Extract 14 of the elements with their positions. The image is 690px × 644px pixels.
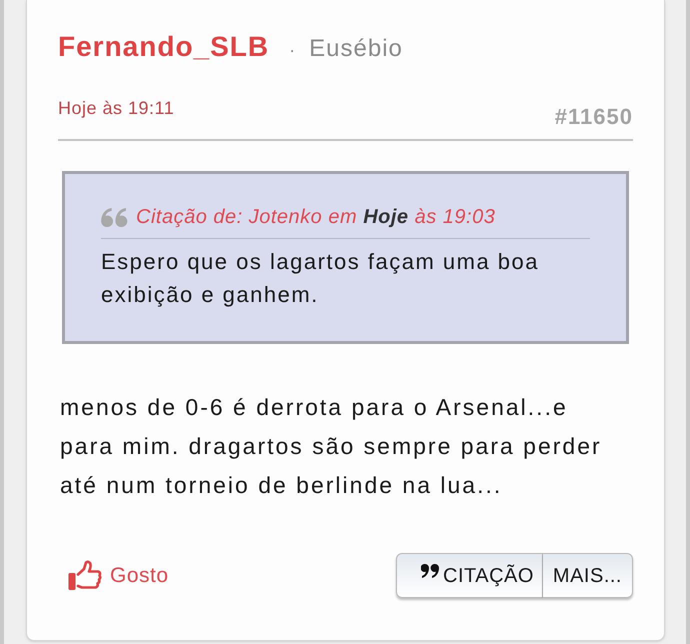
post-number[interactable]: #11650 bbox=[554, 105, 633, 129]
quote-icon bbox=[421, 564, 439, 578]
quote-text: Espero que os lagartos façam uma boa exibição e ganhem. bbox=[101, 248, 540, 309]
post-body: menos de 0-6 é derrota para o Arsenal...e para mim. dragartos são sempre para perder até num torneio de berlinde na lua... bbox=[59, 393, 603, 500]
author-name[interactable]: Fernando_SLB bbox=[58, 29, 270, 65]
separator-dot: · bbox=[289, 39, 296, 62]
post-time: Hoje às 19:11 bbox=[58, 97, 174, 119]
like-button[interactable]: Gosto bbox=[68, 560, 169, 592]
quote-icon bbox=[101, 208, 128, 226]
more-button[interactable]: MAIS... bbox=[542, 553, 633, 598]
quote-button[interactable]: CITAÇÃO bbox=[396, 553, 543, 598]
thumbs-up-icon bbox=[68, 560, 102, 591]
quote-header: Citação de: Jotenko em Hoje às 19:03 bbox=[136, 205, 496, 230]
user-rank: Eusébio bbox=[309, 34, 403, 64]
